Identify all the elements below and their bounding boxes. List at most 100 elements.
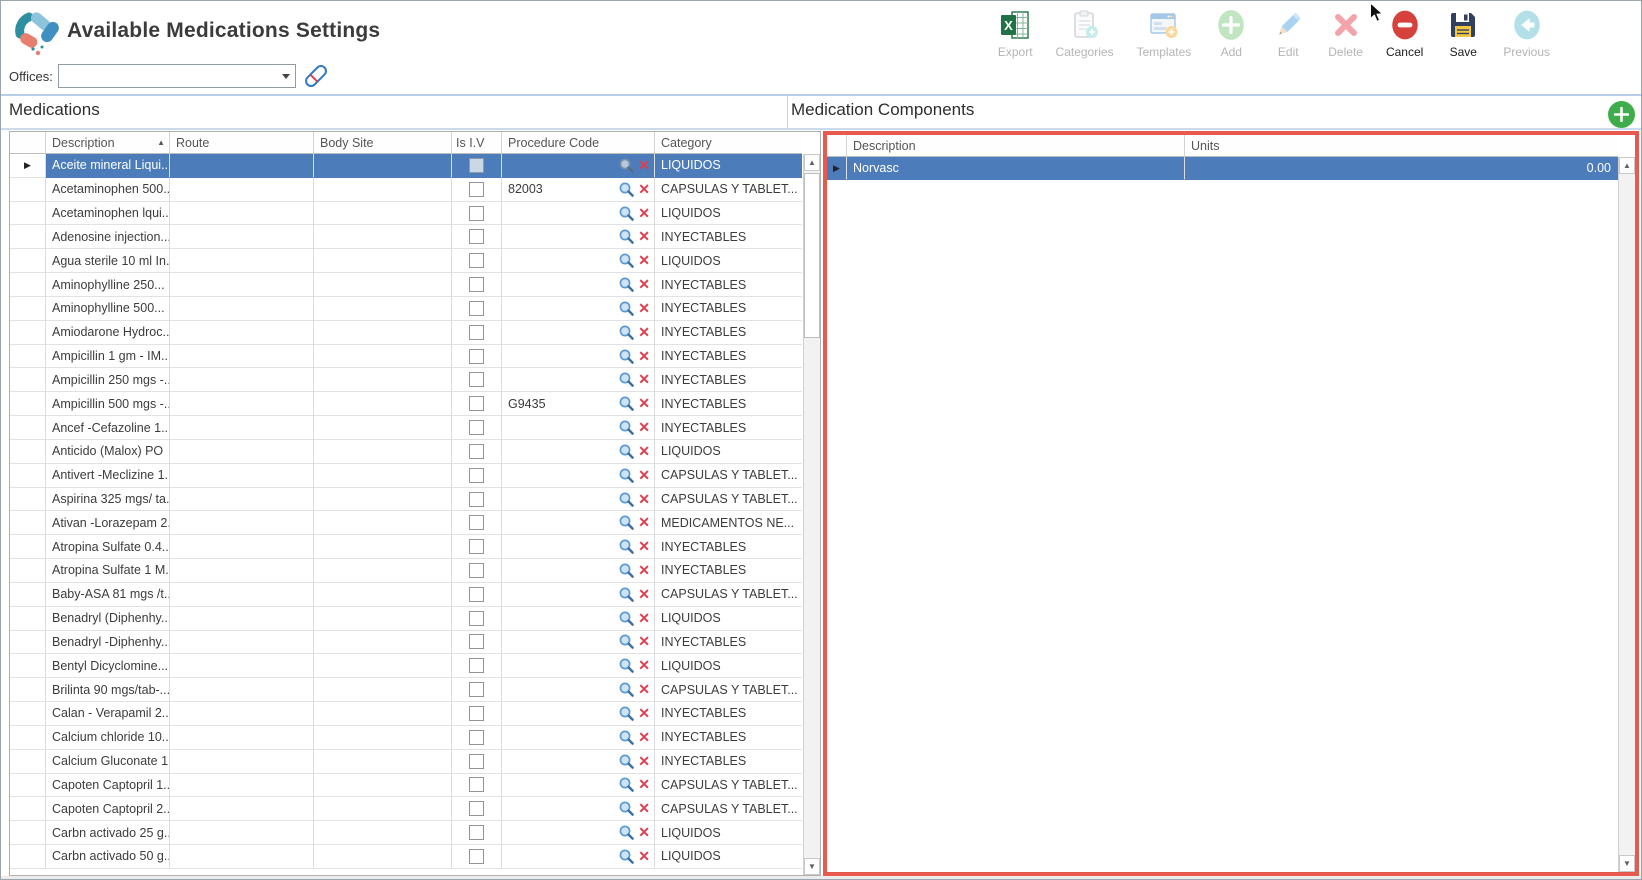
procedure-lookup-icon[interactable] bbox=[618, 228, 635, 245]
medication-row[interactable]: Ativan -Lorazepam 2... ✕ MEDICAMENTOS NE..… bbox=[10, 511, 803, 536]
procedure-lookup-icon[interactable] bbox=[618, 276, 635, 293]
procedure-lookup-icon[interactable] bbox=[618, 681, 635, 698]
procedure-lookup-icon[interactable] bbox=[618, 586, 635, 603]
is-iv-checkbox[interactable] bbox=[469, 277, 484, 293]
procedure-clear-icon[interactable]: ✕ bbox=[638, 300, 650, 317]
column-header-units[interactable]: Units bbox=[1185, 135, 1618, 157]
procedure-lookup-icon[interactable] bbox=[618, 633, 635, 650]
is-iv-checkbox[interactable] bbox=[469, 801, 484, 817]
is-iv-checkbox[interactable] bbox=[469, 396, 484, 412]
medication-row[interactable]: Capoten Captopril 1... ✕ CAPSULAS Y TABLET… bbox=[10, 773, 803, 798]
medication-row[interactable]: Amiodarone Hydroc... ✕ INYECTABLES bbox=[10, 320, 803, 345]
procedure-lookup-icon[interactable] bbox=[618, 657, 635, 674]
procedure-clear-icon[interactable]: ✕ bbox=[638, 491, 650, 508]
is-iv-checkbox[interactable] bbox=[469, 324, 484, 340]
procedure-lookup-icon[interactable] bbox=[618, 491, 635, 508]
procedure-clear-icon[interactable]: ✕ bbox=[638, 538, 650, 555]
scroll-down-button[interactable]: ▼ bbox=[1619, 855, 1635, 872]
is-iv-checkbox[interactable] bbox=[469, 515, 484, 531]
categories-button[interactable]: Categories bbox=[1049, 6, 1121, 61]
column-header-route[interactable]: Route bbox=[170, 132, 314, 154]
edit-button[interactable]: Edit bbox=[1264, 6, 1312, 61]
components-scrollbar[interactable]: ▲ ▼ bbox=[1618, 157, 1635, 872]
procedure-clear-icon[interactable]: ✕ bbox=[638, 205, 650, 222]
medication-row[interactable]: Benadryl -Diphenhy... ✕ INYECTABLES bbox=[10, 630, 803, 655]
column-header-category[interactable]: Category bbox=[655, 132, 802, 154]
medications-scrollbar[interactable]: ▲ ▼ bbox=[803, 154, 820, 875]
templates-button[interactable]: Templates bbox=[1130, 6, 1199, 61]
medication-row[interactable]: Calcium Gluconate 1... ✕ INYECTABLES bbox=[10, 749, 803, 774]
medication-row[interactable]: Acetaminophen lqui... ✕ LIQUIDOS bbox=[10, 201, 803, 226]
is-iv-checkbox[interactable] bbox=[469, 777, 484, 793]
procedure-lookup-icon[interactable] bbox=[618, 562, 635, 579]
procedure-clear-icon[interactable]: ✕ bbox=[638, 824, 650, 841]
add-component-button[interactable] bbox=[1608, 101, 1635, 128]
medication-row[interactable]: Baby-ASA 81 mgs /t... ✕ CAPSULAS Y TABLET.… bbox=[10, 582, 803, 607]
medication-row[interactable]: ▶ Aceite mineral Liqui... ✕ LIQUIDOS bbox=[10, 154, 803, 178]
is-iv-checkbox[interactable] bbox=[469, 420, 484, 436]
cancel-button[interactable]: Cancel bbox=[1379, 6, 1430, 61]
procedure-clear-icon[interactable]: ✕ bbox=[638, 276, 650, 293]
procedure-clear-icon[interactable]: ✕ bbox=[638, 657, 650, 674]
medication-row[interactable]: Calcium chloride 10... ✕ INYECTABLES bbox=[10, 725, 803, 750]
is-iv-checkbox[interactable] bbox=[469, 682, 484, 698]
scroll-down-button[interactable]: ▼ bbox=[804, 858, 820, 875]
scroll-up-button[interactable]: ▲ bbox=[804, 154, 820, 171]
save-button[interactable]: Save bbox=[1439, 6, 1487, 61]
medication-row[interactable]: Carbn activado 25 g... ✕ LIQUIDOS bbox=[10, 821, 803, 846]
medication-row[interactable]: Ampicillin 250 mgs -... ✕ INYECTABLES bbox=[10, 368, 803, 393]
medication-row[interactable]: Carbn activado 50 g... ✕ LIQUIDOS bbox=[10, 845, 803, 869]
medication-row[interactable]: Capoten Captopril 2... ✕ CAPSULAS Y TABLET… bbox=[10, 797, 803, 822]
procedure-lookup-icon[interactable] bbox=[618, 371, 635, 388]
is-iv-checkbox[interactable] bbox=[469, 253, 484, 269]
is-iv-checkbox[interactable] bbox=[469, 825, 484, 841]
column-header-body-site[interactable]: Body Site bbox=[314, 132, 452, 154]
export-button[interactable]: X Export bbox=[991, 6, 1040, 61]
procedure-clear-icon[interactable]: ✕ bbox=[638, 252, 650, 269]
procedure-lookup-icon[interactable] bbox=[618, 205, 635, 222]
column-header-description[interactable]: Description bbox=[847, 135, 1185, 157]
procedure-lookup-icon[interactable] bbox=[618, 538, 635, 555]
is-iv-checkbox[interactable] bbox=[469, 229, 484, 245]
procedure-lookup-icon[interactable] bbox=[618, 848, 635, 865]
procedure-clear-icon[interactable]: ✕ bbox=[638, 729, 650, 746]
clear-office-eraser-icon[interactable] bbox=[300, 60, 332, 92]
medication-row[interactable]: Ampicillin 500 mgs -... G9435 ✕ INYECTABLES bbox=[10, 392, 803, 417]
is-iv-checkbox[interactable] bbox=[469, 205, 484, 221]
procedure-clear-icon[interactable]: ✕ bbox=[638, 610, 650, 627]
offices-combobox[interactable] bbox=[58, 64, 296, 88]
medication-row[interactable]: Benadryl (Diphenhy... ✕ LIQUIDOS bbox=[10, 606, 803, 631]
is-iv-checkbox[interactable] bbox=[469, 348, 484, 364]
procedure-lookup-icon[interactable] bbox=[618, 252, 635, 269]
delete-button[interactable]: Delete bbox=[1321, 6, 1370, 61]
procedure-lookup-icon[interactable] bbox=[618, 824, 635, 841]
procedure-clear-icon[interactable]: ✕ bbox=[638, 562, 650, 579]
is-iv-checkbox[interactable] bbox=[469, 753, 484, 769]
procedure-lookup-icon[interactable] bbox=[618, 776, 635, 793]
add-button[interactable]: Add bbox=[1207, 6, 1255, 61]
is-iv-checkbox[interactable] bbox=[469, 848, 484, 864]
procedure-lookup-icon[interactable] bbox=[618, 395, 635, 412]
is-iv-checkbox[interactable] bbox=[469, 181, 484, 197]
procedure-lookup-icon[interactable] bbox=[618, 729, 635, 746]
procedure-lookup-icon[interactable] bbox=[618, 348, 635, 365]
procedure-clear-icon[interactable]: ✕ bbox=[638, 848, 650, 865]
procedure-lookup-icon[interactable] bbox=[618, 300, 635, 317]
column-header-procedure-code[interactable]: Procedure Code bbox=[502, 132, 655, 154]
is-iv-checkbox[interactable] bbox=[469, 372, 484, 388]
procedure-clear-icon[interactable]: ✕ bbox=[638, 181, 650, 198]
is-iv-checkbox[interactable] bbox=[469, 562, 484, 578]
procedure-lookup-icon[interactable] bbox=[618, 181, 635, 198]
procedure-lookup-icon[interactable] bbox=[618, 443, 635, 460]
is-iv-checkbox[interactable] bbox=[469, 586, 484, 602]
procedure-clear-icon[interactable]: ✕ bbox=[638, 419, 650, 436]
medication-row[interactable]: Anticido (Malox) PO ✕ LIQUIDOS bbox=[10, 439, 803, 464]
procedure-clear-icon[interactable]: ✕ bbox=[638, 633, 650, 650]
is-iv-checkbox[interactable] bbox=[469, 157, 484, 173]
medication-row[interactable]: Aspirina 325 mgs/ ta... ✕ CAPSULAS Y TABLE… bbox=[10, 487, 803, 512]
procedure-clear-icon[interactable]: ✕ bbox=[638, 348, 650, 365]
procedure-clear-icon[interactable]: ✕ bbox=[638, 371, 650, 388]
medication-row[interactable]: Ampicillin 1 gm - IM... ✕ INYECTABLES bbox=[10, 344, 803, 369]
procedure-lookup-icon[interactable] bbox=[618, 157, 635, 174]
procedure-clear-icon[interactable]: ✕ bbox=[638, 776, 650, 793]
